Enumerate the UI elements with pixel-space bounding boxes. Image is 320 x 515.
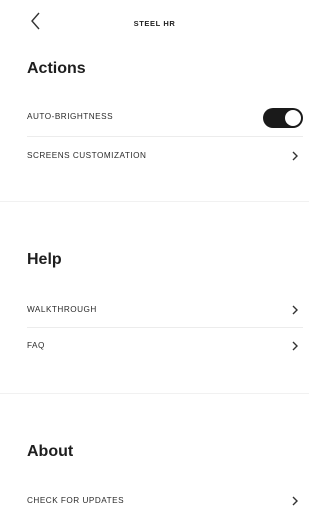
check-for-updates-row[interactable]: CHECK FOR UPDATES [27,482,303,515]
top-bar: STEEL HR [0,0,309,44]
chevron-right-icon [292,305,298,315]
chevron-right-icon [292,151,298,161]
chevron-right-icon [292,496,298,506]
toggle-knob [285,110,301,126]
section-divider [0,201,309,202]
section-title-actions: Actions [27,60,86,77]
walkthrough-label: WALKTHROUGH [27,305,97,314]
faq-row[interactable]: FAQ [27,327,303,367]
section-divider [0,393,309,394]
auto-brightness-toggle[interactable] [263,108,303,128]
auto-brightness-row: AUTO-BRIGHTNESS [27,98,303,138]
auto-brightness-label: AUTO-BRIGHTNESS [27,112,114,121]
walkthrough-row[interactable]: WALKTHROUGH [27,291,303,331]
faq-label: FAQ [27,341,45,350]
section-title-about: About [27,443,74,460]
chevron-right-icon [292,341,298,351]
screen-title: STEEL HR [133,19,176,28]
section-title-help: Help [27,251,62,268]
check-for-updates-label: CHECK FOR UPDATES [27,496,125,505]
screens-customization-label: SCREENS CUSTOMIZATION [27,151,147,160]
screens-customization-row[interactable]: SCREENS CUSTOMIZATION [27,137,303,177]
